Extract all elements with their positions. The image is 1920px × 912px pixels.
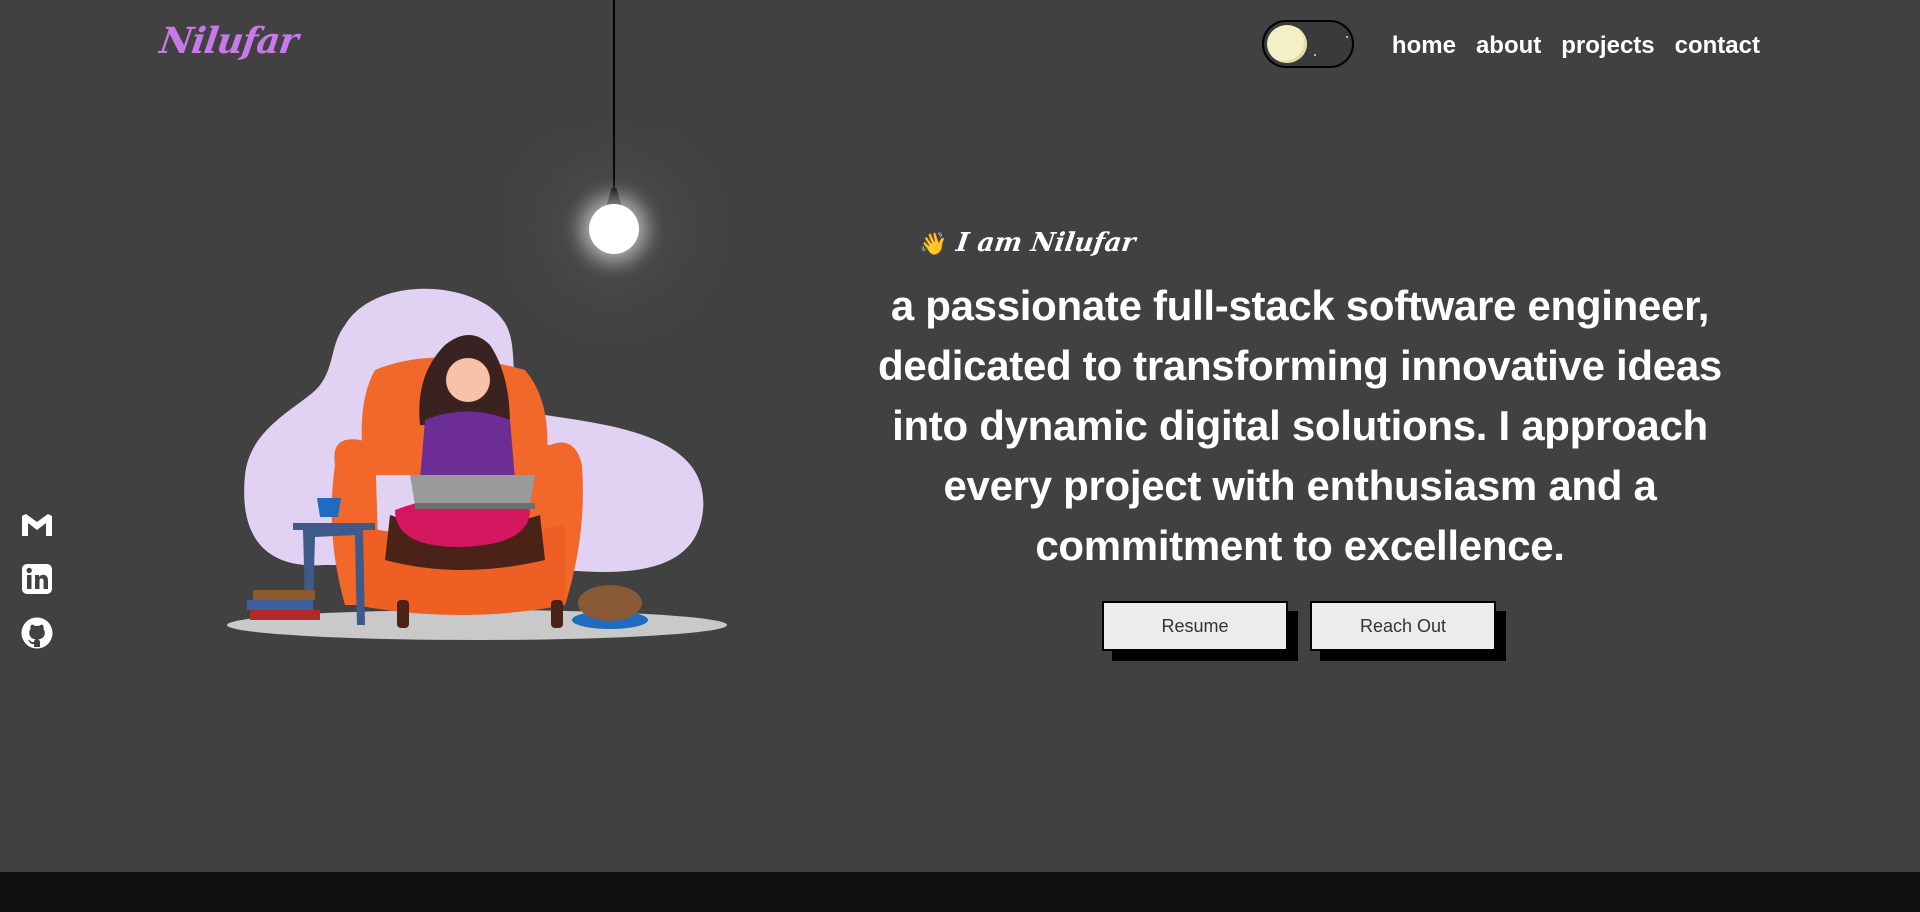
main-nav: home about projects contact	[1392, 32, 1760, 60]
book-stack	[250, 610, 320, 620]
tagline-line: every project with enthusiasm and a	[943, 462, 1657, 509]
woman-face	[446, 358, 490, 402]
moon-icon	[1267, 25, 1307, 63]
laptop-screen	[410, 475, 535, 505]
nav-contact-link[interactable]: contact	[1675, 32, 1760, 60]
greeting-text: I am Nilufar	[954, 228, 1138, 258]
book-stack	[247, 600, 313, 610]
nav-about-link[interactable]: about	[1476, 32, 1541, 60]
chair-leg	[397, 600, 409, 628]
nav-home-link[interactable]: home	[1392, 32, 1456, 60]
github-icon[interactable]	[20, 616, 54, 650]
hero-illustration	[227, 288, 727, 640]
social-links	[20, 508, 54, 650]
book-stack	[253, 590, 315, 600]
greeting: 👋 I am Nilufar	[918, 228, 1137, 258]
gmail-icon[interactable]	[20, 508, 54, 542]
tagline-line: commitment to excellence.	[1035, 522, 1565, 569]
site-logo[interactable]: Nilufar	[157, 20, 300, 62]
tagline-line: into dynamic digital solutions. I approa…	[892, 402, 1708, 449]
linkedin-icon[interactable]	[20, 562, 54, 596]
reach-out-button[interactable]: Reach Out	[1310, 601, 1496, 651]
light-bulb-icon[interactable]	[589, 204, 639, 254]
resume-button-wrap: Resume	[1102, 601, 1298, 661]
reach-out-button-wrap: Reach Out	[1310, 601, 1506, 661]
theme-toggle[interactable]	[1262, 20, 1354, 68]
resume-button[interactable]: Resume	[1102, 601, 1288, 651]
nav-projects-link[interactable]: projects	[1561, 32, 1654, 60]
tagline-line: a passionate full-stack software enginee…	[890, 282, 1710, 329]
waving-hand-icon: 👋	[918, 231, 950, 257]
coffee-cup	[317, 498, 341, 517]
star-dot	[1346, 36, 1348, 38]
laptop-base	[415, 503, 535, 509]
tagline-line: dedicated to transforming innovative ide…	[878, 342, 1722, 389]
hero-tagline: a passionate full-stack software enginee…	[840, 276, 1760, 576]
sleeping-cat	[578, 585, 642, 621]
star-dot	[1314, 54, 1316, 56]
lamp-cord	[613, 0, 615, 190]
footer-strip	[0, 872, 1920, 912]
woman-body	[420, 411, 515, 480]
chair-leg	[551, 600, 563, 628]
